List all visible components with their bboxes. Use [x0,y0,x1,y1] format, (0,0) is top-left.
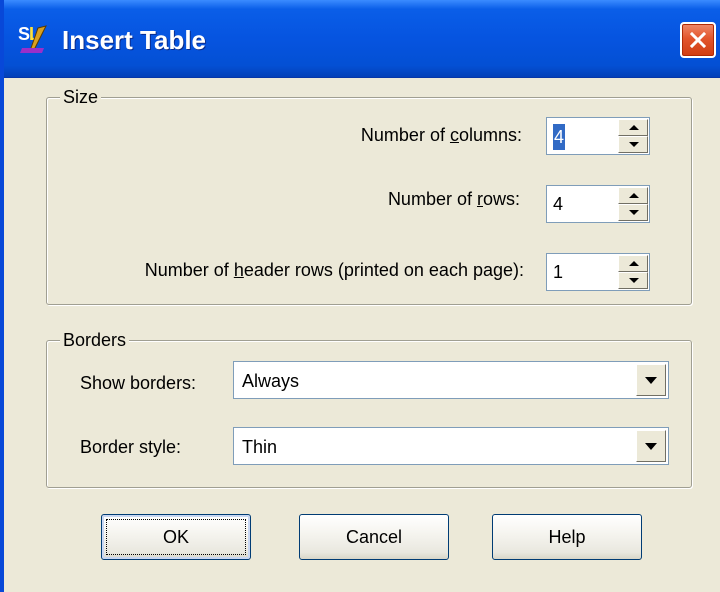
columns-label-accel: c [449,125,459,145]
header-rows-input[interactable] [550,258,616,286]
rows-spin-down[interactable] [618,204,648,221]
title-bar[interactable]: S L Insert Table [4,0,720,78]
columns-spinner[interactable]: 4 [546,117,650,155]
rows-input[interactable] [550,190,616,218]
help-button-label: Help [548,527,586,547]
columns-spin-down[interactable] [618,136,648,153]
columns-label: Number of columns: [304,124,522,146]
rows-spinner[interactable] [546,185,650,223]
rows-label-post: ows: [482,189,520,209]
border-style-value: Thin [242,437,278,457]
rows-spin-buttons [618,187,648,221]
ok-focus-rect [106,519,246,555]
close-icon [690,32,706,48]
header-rows-spin-buttons [618,255,648,289]
ok-button[interactable]: OK [101,514,251,560]
show-borders-dropdown-arrow[interactable] [636,364,666,396]
insert-table-dialog: S L Insert Table Size Number of columns:… [0,0,720,592]
border-style-dropdown-arrow[interactable] [636,430,666,462]
columns-spin-buttons [618,119,648,153]
borders-group-label: Borders [60,329,130,351]
sl-app-icon: S L [18,24,47,53]
show-borders-label: Show borders: [80,373,197,393]
header-rows-label-accel: h [233,260,244,280]
header-rows-label-post: eader rows (printed on each page): [243,260,524,280]
header-rows-spin-down[interactable] [618,272,648,289]
columns-spin-up[interactable] [618,119,648,136]
cancel-button[interactable]: Cancel [299,514,449,560]
help-button[interactable]: Help [492,514,642,560]
header-rows-label-pre: Number of [144,260,234,280]
rows-label-pre: Number of [387,189,477,209]
columns-label-pre: Number of [360,125,450,145]
size-group-label: Size [60,86,102,108]
header-rows-spin-up[interactable] [618,255,648,272]
window-title: Insert Table [62,25,207,55]
header-rows-label: Number of header rows (printed on each p… [76,259,524,281]
rows-label: Number of rows: [304,188,520,210]
border-style-label: Border style: [80,437,182,457]
cancel-button-label: Cancel [345,527,403,547]
show-borders-value: Always [242,371,300,391]
close-button[interactable] [680,22,716,58]
columns-label-post: olumns: [458,125,522,145]
border-style-select[interactable]: Thin [233,427,669,465]
rows-spin-up[interactable] [618,187,648,204]
header-rows-spinner[interactable] [546,253,650,291]
columns-value[interactable]: 4 [553,124,566,150]
show-borders-select[interactable]: Always [233,361,669,399]
